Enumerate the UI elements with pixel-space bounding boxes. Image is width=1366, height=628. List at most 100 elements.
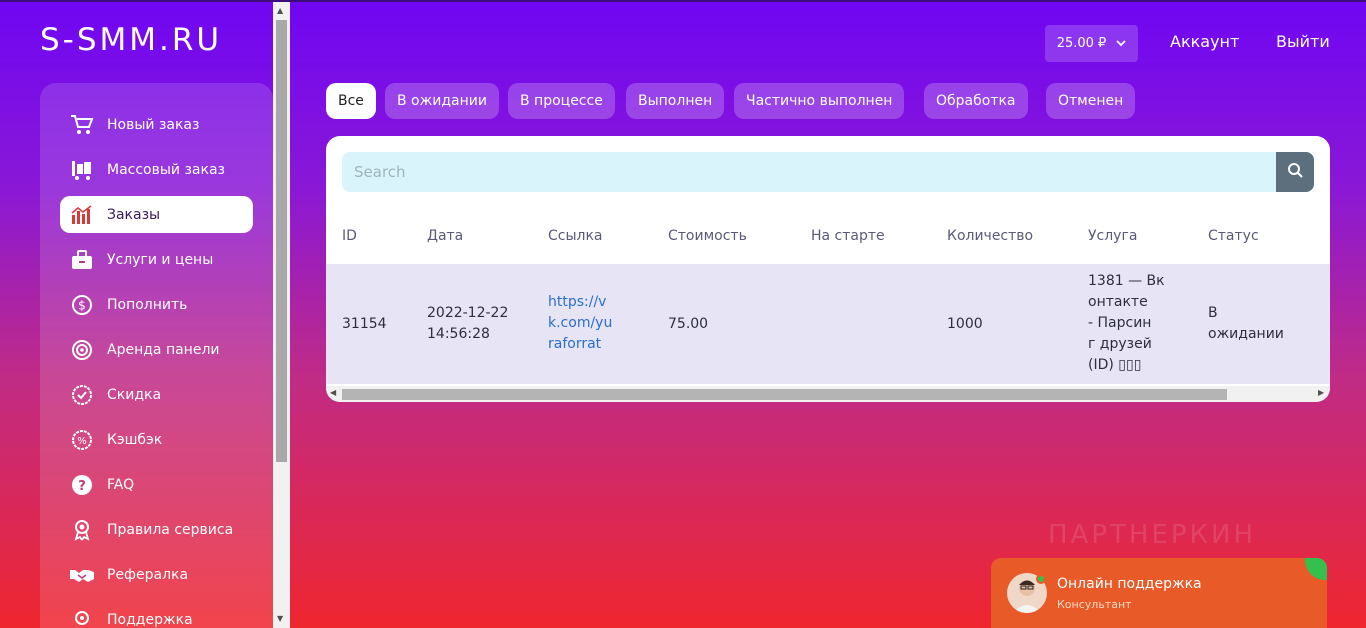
sidebar-item-label: Новый заказ — [107, 116, 200, 133]
cart-icon — [69, 114, 95, 136]
sidebar-item-label: Поддержка — [107, 611, 193, 628]
column-header-quantity[interactable]: Количество — [947, 228, 1033, 244]
order-id: 31154 — [342, 316, 387, 332]
sidebar-item-label: Правила сервиса — [107, 521, 234, 538]
dollar-circle-icon: $ — [69, 294, 95, 316]
sidebar-item-panel-rent[interactable]: Аренда панели — [60, 331, 253, 368]
filter-tab-processing[interactable]: Обработка — [924, 83, 1028, 119]
chevron-down-icon — [1116, 36, 1126, 51]
filter-tab-canceled[interactable]: Отменен — [1046, 83, 1136, 119]
site-logo[interactable]: S-SMM.RU — [40, 22, 222, 58]
sidebar-item-new-order[interactable]: Новый заказ — [60, 106, 253, 143]
filter-tab-completed[interactable]: Выполнен — [626, 83, 725, 119]
scroll-right-arrow-icon[interactable]: ▶ — [1318, 388, 1324, 397]
sidebar-item-label: Скидка — [107, 386, 162, 403]
order-service: 1381 — Вк онтакте - Парсин г друзей (ID)… — [1088, 271, 1165, 376]
sidebar-item-faq[interactable]: ? FAQ — [60, 466, 253, 503]
column-header-cost[interactable]: Стоимость — [668, 228, 747, 244]
online-status-dot — [1036, 574, 1046, 584]
sidebar-item-services[interactable]: Услуги и цены — [60, 241, 253, 278]
sidebar-item-label: Рефералка — [107, 566, 189, 583]
account-link[interactable]: Аккаунт — [1170, 32, 1239, 51]
logout-link[interactable]: Выйти — [1276, 32, 1330, 51]
chat-corner-badge — [1305, 558, 1327, 580]
target-icon — [69, 339, 95, 361]
sidebar-item-support[interactable]: Поддержка — [60, 601, 253, 628]
column-header-date[interactable]: Дата — [427, 228, 463, 244]
column-header-link[interactable]: Ссылка — [548, 228, 603, 244]
badge-check-icon — [69, 384, 95, 406]
order-link-line: k.com/yu — [548, 315, 613, 331]
column-header-service[interactable]: Услуга — [1088, 228, 1137, 244]
scroll-up-arrow-icon[interactable]: ▲ — [277, 6, 283, 15]
svg-text:?: ? — [78, 479, 86, 494]
order-service-line: (ID) ▯▯▯ — [1088, 357, 1142, 373]
order-date-time: 14:56:28 — [427, 326, 490, 342]
column-header-id[interactable]: ID — [342, 228, 357, 244]
order-status: В ожидании — [1208, 303, 1284, 345]
order-status-line: В — [1208, 305, 1218, 321]
column-header-status[interactable]: Статус — [1208, 228, 1259, 244]
column-header-start[interactable]: На старте — [811, 228, 885, 244]
filter-tab-all[interactable]: Все — [326, 83, 376, 119]
sidebar-item-referral[interactable]: Рефералка — [60, 556, 253, 593]
balance-value: 25.00 ₽ — [1056, 36, 1107, 51]
order-date: 2022-12-22 14:56:28 — [427, 303, 508, 345]
order-service-line: 1381 — Вк — [1088, 273, 1165, 289]
sidebar-item-label: Аренда панели — [107, 341, 220, 358]
award-icon — [69, 519, 95, 541]
search-input[interactable]: Search — [354, 163, 406, 181]
filter-tab-in-progress[interactable]: В процессе — [508, 83, 615, 119]
scroll-left-arrow-icon[interactable]: ◀ — [330, 388, 336, 397]
search-icon — [1287, 162, 1303, 182]
search-bar: Search — [342, 152, 1314, 192]
order-date-day: 2022-12-22 — [427, 305, 509, 321]
order-link-line: https://v — [548, 294, 607, 310]
orders-panel: Search ID Дата Ссылка Стоимость На старт… — [326, 136, 1330, 402]
svg-text:$: $ — [78, 298, 86, 312]
table-horizontal-scrollbar[interactable]: ◀ ▶ — [326, 386, 1330, 402]
svg-text:%: % — [77, 436, 87, 447]
bulk-cart-icon — [69, 159, 95, 181]
scrollbar-thumb[interactable] — [276, 20, 287, 462]
chat-title: Онлайн поддержка — [1057, 576, 1202, 592]
sidebar-item-orders[interactable]: Заказы — [60, 196, 253, 233]
sidebar-item-label: Пополнить — [107, 296, 188, 313]
sidebar: Новый заказ Массовый заказ Заказы Услуги… — [40, 83, 273, 628]
handshake-icon — [69, 564, 95, 586]
search-button[interactable] — [1276, 152, 1314, 192]
sidebar-item-label: FAQ — [107, 476, 135, 493]
order-quantity: 1000 — [947, 316, 983, 332]
sidebar-item-topup[interactable]: $ Пополнить — [60, 286, 253, 323]
support-chat-widget[interactable]: Онлайн поддержка Консультант — [991, 558, 1327, 628]
filter-tab-pending[interactable]: В ожидании — [385, 83, 499, 119]
order-link-line: raforrat — [548, 336, 602, 352]
order-status-line: ожидании — [1208, 326, 1284, 342]
support-icon — [69, 609, 95, 628]
sidebar-item-label: Услуги и цены — [107, 251, 214, 268]
question-icon: ? — [69, 474, 95, 496]
sidebar-item-label: Кэшбэк — [107, 431, 163, 448]
sidebar-item-cashback[interactable]: % Кэшбэк — [60, 421, 253, 458]
sidebar-item-label: Заказы — [107, 206, 161, 223]
sidebar-item-rules[interactable]: Правила сервиса — [60, 511, 253, 548]
balance-dropdown[interactable]: 25.00 ₽ — [1045, 25, 1138, 62]
price-tag-icon — [69, 249, 95, 271]
percent-badge-icon: % — [69, 429, 95, 451]
sidebar-item-bulk-order[interactable]: Массовый заказ — [60, 151, 253, 188]
chat-subtitle: Консультант — [1057, 598, 1132, 611]
sidebar-item-label: Массовый заказ — [107, 161, 225, 178]
chart-bars-icon — [69, 204, 95, 226]
order-service-line: г друзей — [1088, 336, 1152, 352]
top-border — [0, 0, 1366, 2]
scroll-down-arrow-icon[interactable]: ▼ — [277, 614, 283, 623]
horizontal-scrollbar-thumb[interactable] — [342, 389, 1227, 400]
order-cost: 75.00 — [668, 316, 709, 332]
order-link[interactable]: https://v k.com/yu raforrat — [548, 292, 612, 355]
sidebar-scrollbar[interactable]: ▲ ▼ — [273, 2, 290, 628]
order-service-line: онтакте — [1088, 294, 1148, 310]
order-service-line: - Парсин — [1088, 315, 1152, 331]
table-row: 31154 2022-12-22 14:56:28 https://v k.co… — [326, 264, 1330, 384]
filter-tab-partial[interactable]: Частично выполнен — [734, 83, 905, 119]
sidebar-item-discount[interactable]: Скидка — [60, 376, 253, 413]
